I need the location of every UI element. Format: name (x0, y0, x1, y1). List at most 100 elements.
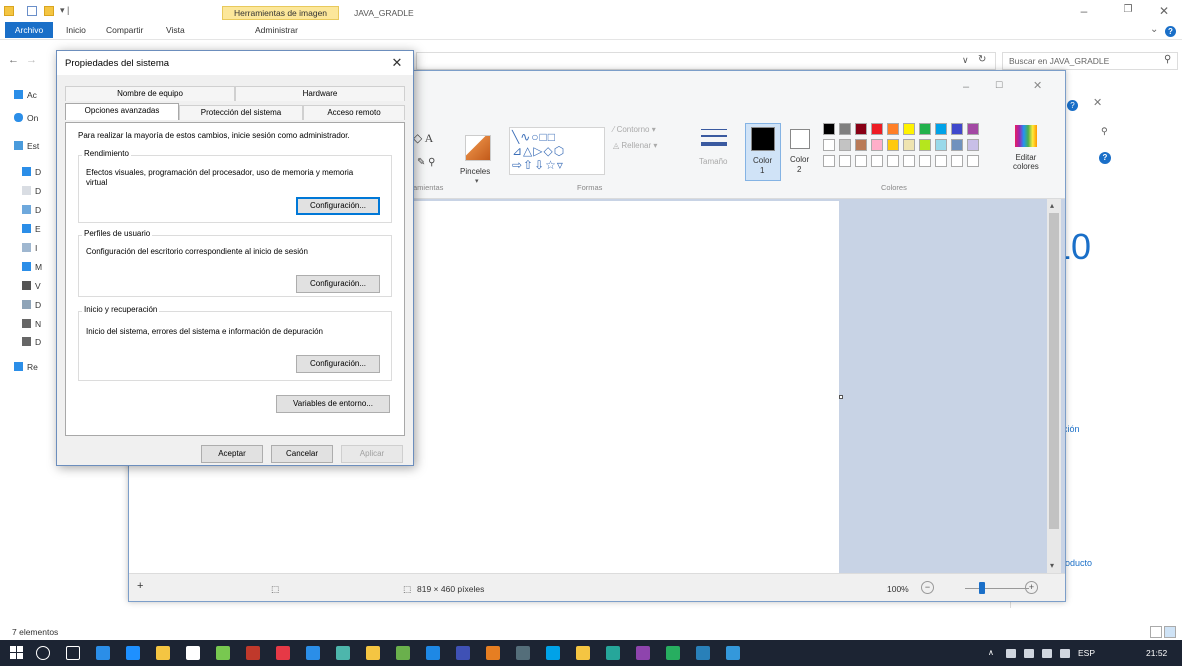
size-icon[interactable] (701, 127, 727, 151)
start-windows-icon[interactable] (10, 646, 23, 659)
edit-colors-button[interactable]: Editar colores (1013, 153, 1039, 171)
taskbar-app-icon[interactable] (366, 646, 380, 660)
tab-inicio[interactable]: Inicio (66, 25, 86, 35)
palette-custom-swatch[interactable] (855, 155, 867, 167)
palette-swatch[interactable] (951, 123, 963, 135)
shapes-gallery[interactable]: ╲∿○□□ ⊿△▷◇⬡ ⇨⇧⇩☆▿ (509, 127, 605, 175)
help-icon[interactable]: ? (1165, 26, 1176, 37)
zoom-slider-thumb[interactable] (979, 582, 985, 594)
taskbar-app-icon[interactable] (636, 646, 650, 660)
taskbar-app-icon[interactable] (516, 646, 530, 660)
address-input[interactable] (416, 52, 996, 70)
nav-item-desktop[interactable]: D (22, 205, 41, 221)
volume-icon[interactable] (1042, 649, 1052, 658)
address-dropdown-icon[interactable]: ∨ (962, 55, 969, 66)
tab-hardware[interactable]: Hardware (235, 86, 405, 101)
notification-tray-icon[interactable] (1060, 649, 1070, 658)
palette-swatch[interactable] (919, 139, 931, 151)
maximize-icon[interactable]: ❐ (1118, 4, 1138, 15)
nav-item-music[interactable]: M (22, 262, 42, 278)
zoom-in-icon[interactable]: + (1025, 581, 1038, 594)
nav-item-local-disk[interactable]: D (22, 300, 41, 316)
zoom-out-icon[interactable]: − (921, 581, 934, 594)
palette-swatch[interactable] (855, 139, 867, 151)
new-folder-icon[interactable] (44, 6, 54, 16)
back-arrow-icon[interactable]: ← (8, 54, 19, 66)
details-view-icon[interactable] (1150, 626, 1162, 638)
outline-button[interactable]: ⁄ Contorno ▾ (613, 125, 656, 134)
scroll-up-icon[interactable]: ▴ (1050, 201, 1054, 210)
palette-swatch[interactable] (935, 139, 947, 151)
palette-swatch[interactable] (871, 123, 883, 135)
taskbar-app-icon[interactable] (576, 646, 590, 660)
brushes-button[interactable]: Pinceles (460, 167, 490, 176)
search-icon[interactable] (36, 646, 50, 660)
palette-custom-swatch[interactable] (951, 155, 963, 167)
properties-icon[interactable] (27, 6, 37, 16)
resize-handle[interactable] (839, 395, 843, 399)
palette-custom-swatch[interactable] (935, 155, 947, 167)
palette-swatch[interactable] (839, 123, 851, 135)
ribbon-expand-icon[interactable]: ⌄ (1150, 24, 1158, 35)
taskbar-app-icon[interactable] (126, 646, 140, 660)
palette-swatch[interactable] (823, 139, 835, 151)
nav-item-downloads[interactable]: D (22, 167, 41, 183)
taskbar-app-icon[interactable] (156, 646, 170, 660)
inicio-settings-button[interactable]: Configuración... (296, 355, 380, 373)
scrollbar-thumb[interactable] (1049, 213, 1059, 529)
taskbar-app-icon[interactable] (666, 646, 680, 660)
palette-custom-swatch[interactable] (839, 155, 851, 167)
zoom-slider-track[interactable] (965, 588, 1029, 589)
nav-item-quick-access[interactable]: Ac (14, 90, 37, 106)
taskbar-app-icon[interactable] (246, 646, 260, 660)
color1-selector[interactable]: Color 1 (745, 123, 781, 181)
palette-swatch[interactable] (871, 139, 883, 151)
pen-tray-icon[interactable] (1024, 649, 1034, 658)
search-input[interactable]: Buscar en JAVA_GRADLE (1002, 52, 1178, 70)
palette-swatch[interactable] (951, 139, 963, 151)
color2-selector[interactable]: Color 2 (785, 123, 819, 181)
nav-item-documents[interactable]: D (22, 186, 41, 202)
search-icon[interactable]: ⚲ (1164, 54, 1171, 65)
palette-swatch[interactable] (919, 123, 931, 135)
tab-proteccion-sistema[interactable]: Protección del sistema (179, 105, 303, 120)
taskbar-app-icon[interactable] (606, 646, 620, 660)
info-icon[interactable]: ? (1099, 152, 1111, 164)
perfiles-settings-button[interactable]: Configuración... (296, 275, 380, 293)
nav-item-onedrive[interactable]: On (14, 113, 38, 129)
network-tray-icon[interactable] (1006, 649, 1016, 658)
scroll-down-icon[interactable]: ▾ (1050, 561, 1054, 570)
taskbar-app-icon[interactable] (546, 646, 560, 660)
taskbar-app-icon[interactable] (216, 646, 230, 660)
palette-swatch[interactable] (967, 123, 979, 135)
clock[interactable]: 21:52 (1146, 648, 1167, 658)
taskbar-app-icon[interactable] (486, 646, 500, 660)
brush-icon[interactable] (465, 135, 491, 161)
palette-custom-swatch[interactable] (903, 155, 915, 167)
palette-custom-swatch[interactable] (871, 155, 883, 167)
rendimiento-settings-button[interactable]: Configuración... (296, 197, 380, 215)
taskbar-app-icon[interactable] (306, 646, 320, 660)
nav-item-drive-n[interactable]: N (22, 319, 41, 335)
edit-colors-icon[interactable] (1015, 125, 1037, 147)
nav-item-this-pc[interactable]: Est (14, 141, 39, 157)
palette-custom-swatch[interactable] (967, 155, 979, 167)
nav-item-drive-d[interactable]: D (22, 337, 41, 353)
taskbar-app-icon[interactable] (336, 646, 350, 660)
palette-swatch[interactable] (887, 139, 899, 151)
tab-opciones-avanzadas[interactable]: Opciones avanzadas (65, 103, 179, 120)
close-icon[interactable]: ✕ (387, 54, 407, 72)
maximize-icon[interactable]: ☐ (995, 80, 1003, 91)
input-language[interactable]: ESP (1078, 648, 1095, 658)
tab-acceso-remoto[interactable]: Acceso remoto (303, 105, 405, 120)
palette-swatch[interactable] (935, 123, 947, 135)
taskbar-app-icon[interactable] (726, 646, 740, 660)
palette-custom-swatch[interactable] (919, 155, 931, 167)
minimize-icon[interactable]: – (963, 81, 969, 93)
nav-item-network[interactable]: Re (14, 362, 38, 378)
environment-variables-button[interactable]: Variables de entorno... (276, 395, 390, 413)
tab-compartir[interactable]: Compartir (106, 25, 143, 35)
palette-custom-swatch[interactable] (823, 155, 835, 167)
close-icon[interactable]: ✕ (1093, 96, 1102, 109)
chevron-up-icon[interactable]: ∧ (988, 648, 994, 657)
